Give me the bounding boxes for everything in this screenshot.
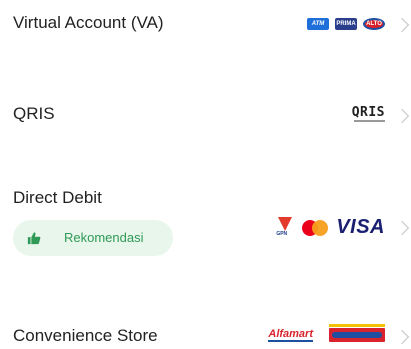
badge-label: Rekomendasi — [64, 230, 144, 245]
atm-bersama-logo: ATM — [307, 18, 329, 30]
visa-logo: VISA — [336, 216, 385, 238]
chevron-right-icon — [394, 220, 410, 236]
mastercard-logo — [302, 219, 329, 236]
alto-logo: ALTO — [363, 18, 385, 30]
payment-method-convenience-store[interactable]: Convenience Store Alfamart — [0, 314, 411, 349]
method-label: QRIS — [13, 104, 55, 123]
prima-logo: PRIMA — [335, 18, 357, 30]
method-label: Direct Debit — [13, 188, 102, 207]
card-logos: GPN VISA — [276, 216, 385, 239]
chevron-right-icon — [394, 108, 410, 124]
store-logos: Alfamart — [268, 324, 385, 342]
payment-method-direct-debit[interactable]: Direct Debit Rekomendasi GPN VISA — [0, 178, 411, 268]
thumbs-up-icon — [27, 232, 41, 245]
qris-logo: QRIS — [351, 105, 385, 122]
gpn-logo: GPN — [276, 216, 294, 239]
payment-method-qris[interactable]: QRIS QRIS — [0, 90, 411, 140]
alfamart-logo: Alfamart — [268, 328, 313, 342]
qris-logo-wrap: QRIS — [351, 105, 385, 122]
recommendation-badge: Rekomendasi — [13, 220, 173, 256]
chevron-right-icon — [394, 329, 410, 345]
payment-method-virtual-account[interactable]: Virtual Account (VA) ATM PRIMA ALTO — [0, 0, 411, 52]
indomaret-logo — [329, 324, 385, 342]
chevron-right-icon — [394, 17, 410, 33]
method-label: Convenience Store — [13, 326, 158, 345]
bank-logos: ATM PRIMA ALTO — [307, 18, 385, 30]
method-label: Virtual Account (VA) — [13, 13, 164, 32]
